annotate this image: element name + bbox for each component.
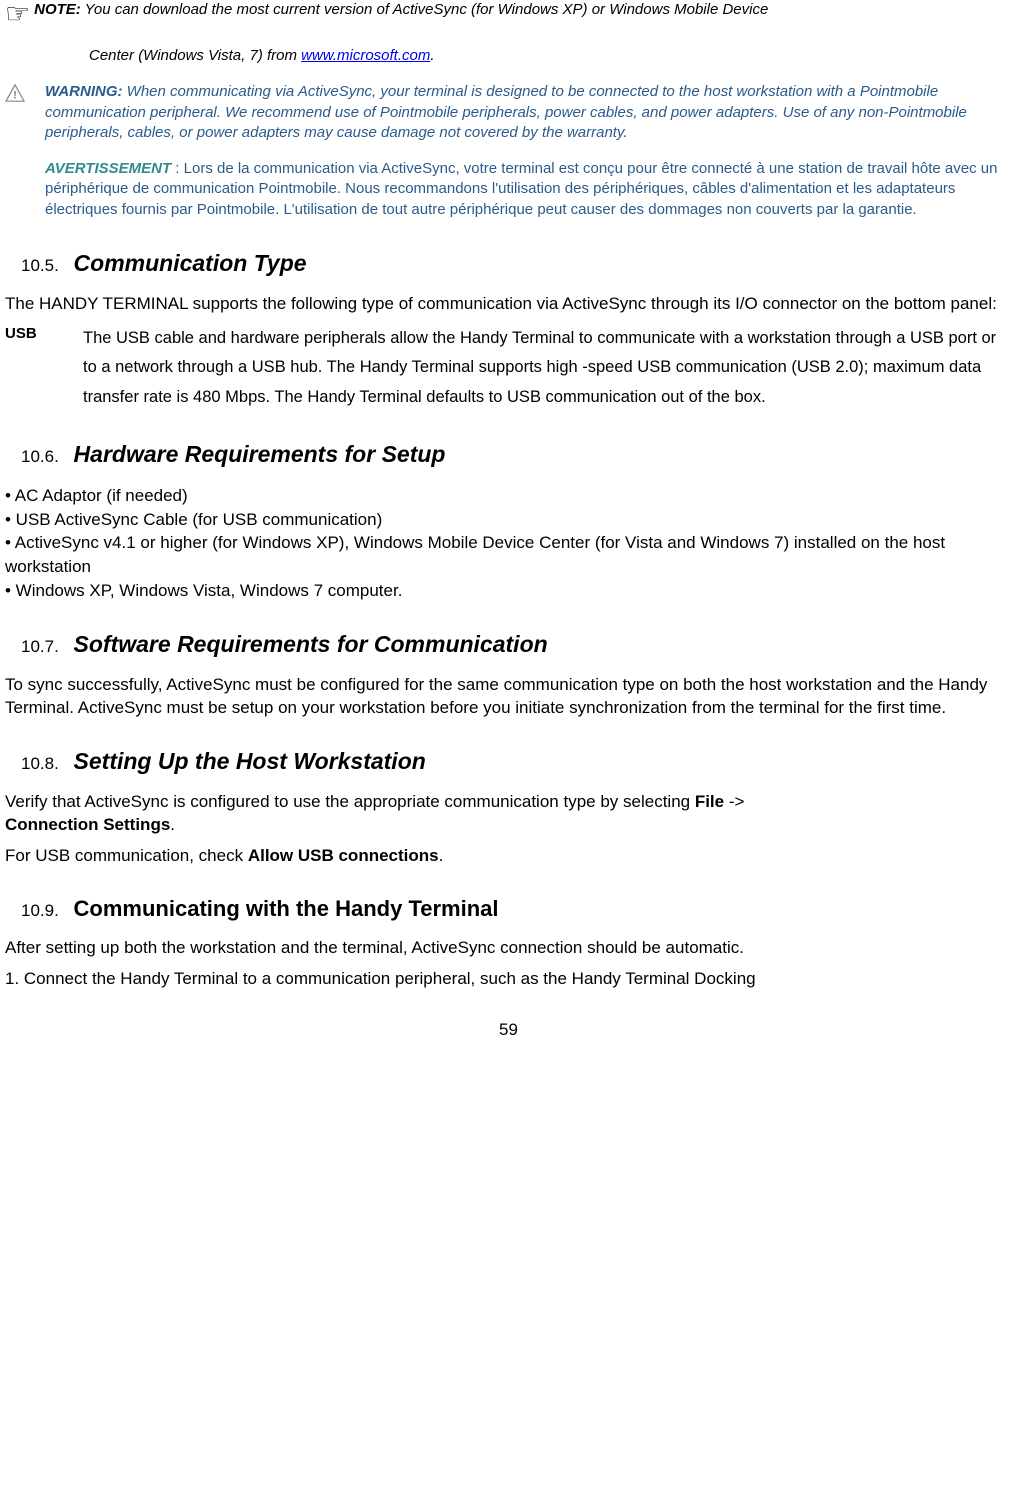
section-10.7-heading: 10.7. Software Requirements for Communic… <box>21 629 1012 660</box>
s108-p2a: For USB communication, check <box>5 846 248 865</box>
bullet-1: • AC Adaptor (if needed) <box>5 484 1012 508</box>
sec-title-10.7: Software Requirements for Communication <box>74 631 548 657</box>
note-label: NOTE: <box>34 1 81 18</box>
note-text-line1: NOTE: You can download the most current … <box>34 0 768 20</box>
sec-title-10.8: Setting Up the Host Workstation <box>74 748 426 774</box>
hand-point-icon: ☞ <box>5 0 30 28</box>
bullet-4: • Windows XP, Windows Vista, Windows 7 c… <box>5 579 1012 603</box>
page-number: 59 <box>5 1019 1012 1042</box>
sec-num-10.5: 10.5. <box>21 256 59 275</box>
section-10.8-heading: 10.8. Setting Up the Host Workstation <box>21 746 1012 777</box>
s108-p2b: Allow USB connections <box>248 846 439 865</box>
bullet-2: • USB ActiveSync Cable (for USB communic… <box>5 508 1012 532</box>
warning-block: ! WARNING: When communicating via Active… <box>5 82 1012 143</box>
avertissement-block: AVERTISSEMENT : Lors de la communication… <box>45 159 1012 220</box>
sec-num-10.7: 10.7. <box>21 637 59 656</box>
usb-row: USB The USB cable and hardware periphera… <box>5 324 1012 413</box>
s108-p2: For USB communication, check Allow USB c… <box>5 845 1012 868</box>
avert-label: AVERTISSEMENT <box>45 160 171 177</box>
section-10.5-heading: 10.5. Communication Type <box>21 248 1012 279</box>
microsoft-link[interactable]: www.microsoft.com <box>301 47 430 64</box>
s108-p1c: -> <box>724 792 744 811</box>
s109-p1: After setting up both the workstation an… <box>5 937 1012 960</box>
sec-num-10.6: 10.6. <box>21 447 59 466</box>
s107-p1: To sync successfully, ActiveSync must be… <box>5 674 1012 720</box>
s105-p1: The HANDY TERMINAL supports the followin… <box>5 293 1012 316</box>
s108-p2c: . <box>439 846 444 865</box>
bullet-3: • ActiveSync v4.1 or higher (for Windows… <box>5 531 1012 579</box>
s106-bullets: • AC Adaptor (if needed) • USB ActiveSyn… <box>5 484 1012 603</box>
note-text1: You can download the most current versio… <box>81 1 769 18</box>
sec-title-10.5: Communication Type <box>74 250 307 276</box>
usb-label: USB <box>5 324 83 344</box>
section-10.9-heading: 10.9. Communicating with the Handy Termi… <box>21 894 1012 924</box>
sec-num-10.8: 10.8. <box>21 754 59 773</box>
section-10.6-heading: 10.6. Hardware Requirements for Setup <box>21 439 1012 470</box>
s108-p1: Verify that ActiveSync is configured to … <box>5 791 1012 837</box>
avert-body: : Lors de la communication via ActiveSyn… <box>45 160 997 218</box>
note-text-line2: Center (Windows Vista, 7) from www.micro… <box>89 46 1012 66</box>
warning-triangle-icon: ! <box>5 84 27 109</box>
sec-title-10.9: Communicating with the Handy Terminal <box>74 896 499 921</box>
warning-text: WARNING: When communicating via ActiveSy… <box>45 82 1012 143</box>
svg-text:!: ! <box>13 90 17 102</box>
sec-title-10.6: Hardware Requirements for Setup <box>74 441 446 467</box>
s108-p1b: File <box>695 792 724 811</box>
usb-desc: The USB cable and hardware peripherals a… <box>83 324 1012 413</box>
s108-p1d: Connection Settings <box>5 815 170 834</box>
warning-label: WARNING: <box>45 83 123 100</box>
note-block: ☞ NOTE: You can download the most curren… <box>5 0 1012 28</box>
note-text2: Center (Windows Vista, 7) from <box>89 47 301 64</box>
warning-body: When communicating via ActiveSync, your … <box>45 83 967 141</box>
s108-p1a: Verify that ActiveSync is configured to … <box>5 792 695 811</box>
sec-num-10.9: 10.9. <box>21 901 59 920</box>
s109-p2: 1. Connect the Handy Terminal to a commu… <box>5 968 1012 991</box>
s108-p1e: . <box>170 815 175 834</box>
note-text3: . <box>430 47 434 64</box>
